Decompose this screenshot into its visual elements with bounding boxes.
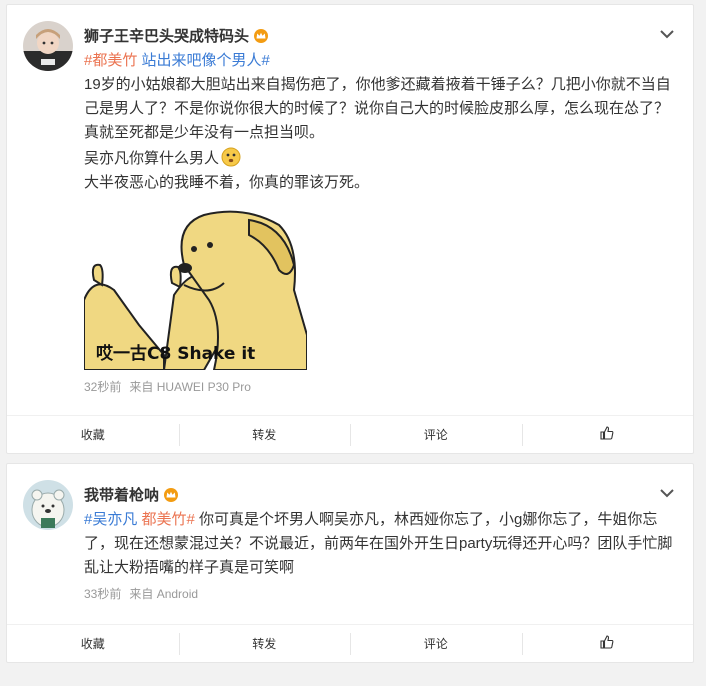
thumbs-up-icon [600, 635, 614, 652]
post-source: 来自 HUAWEI P30 Pro [129, 380, 251, 394]
post-time[interactable]: 32秒前 [84, 380, 121, 394]
comment-button[interactable]: 评论 [350, 625, 522, 662]
repost-button[interactable]: 转发 [178, 416, 351, 453]
weibo-post: 狮子王辛巴头哭成特码头 #都美竹 站出来吧像个男人# 19岁的小姑娘都大胆站出来… [6, 4, 694, 454]
post-source: 来自 Android [129, 587, 199, 601]
post-toolbar: 收藏 转发 评论 [7, 624, 693, 662]
avatar[interactable] [23, 480, 73, 530]
post-text: 大半夜恶心的我睡不着，你真的罪该万死。 [84, 174, 370, 191]
sticker-caption: 哎一古C8 Shake it [96, 344, 256, 364]
crown-icon [253, 29, 269, 47]
chevron-down-icon[interactable] [659, 27, 675, 39]
post-text: 19岁的小姑娘都大胆站出来自揭伤疤了，你他爹还藏着掖着干锤子么？几把小你就不当自… [84, 76, 671, 141]
like-button[interactable] [521, 625, 694, 662]
post-text: #吴亦凡 都美竹# 你可真是个坏男人啊吴亦凡，林西娅你忘了，小g娜你忘了，牛姐你… [84, 511, 673, 576]
dog-sticker-image[interactable]: 哎一古C8 Shake it [83, 205, 308, 371]
post-time[interactable]: 33秒前 [84, 587, 121, 601]
post-tags: #都美竹 站出来吧像个男人# [84, 49, 675, 73]
username[interactable]: 狮子王辛巴头哭成特码头 [84, 25, 269, 47]
like-button[interactable] [521, 416, 694, 453]
topic-tag[interactable]: 都美竹# [142, 511, 195, 528]
post-toolbar: 收藏 转发 评论 [7, 415, 693, 453]
username[interactable]: 我带着枪呐 [84, 484, 179, 506]
favorite-button[interactable]: 收藏 [7, 625, 179, 662]
comment-button[interactable]: 评论 [350, 416, 522, 453]
avatar[interactable] [23, 21, 73, 71]
crown-icon [163, 488, 179, 506]
chevron-down-icon[interactable] [659, 486, 675, 498]
topic-tag[interactable]: 站出来吧像个男人# [142, 52, 270, 69]
thumbs-up-icon [600, 426, 614, 443]
topic-tag[interactable]: #都美竹 [84, 52, 137, 69]
post-meta: 32秒前 来自 HUAWEI P30 Pro [84, 378, 251, 395]
repost-button[interactable]: 转发 [178, 625, 351, 662]
topic-tag[interactable]: #吴亦凡 [84, 511, 137, 528]
post-meta: 33秒前 来自 Android [84, 585, 198, 602]
weibo-post: 我带着枪呐 #吴亦凡 都美竹# 你可真是个坏男人啊吴亦凡，林西娅你忘了，小g娜你… [6, 463, 694, 663]
favorite-button[interactable]: 收藏 [7, 416, 179, 453]
